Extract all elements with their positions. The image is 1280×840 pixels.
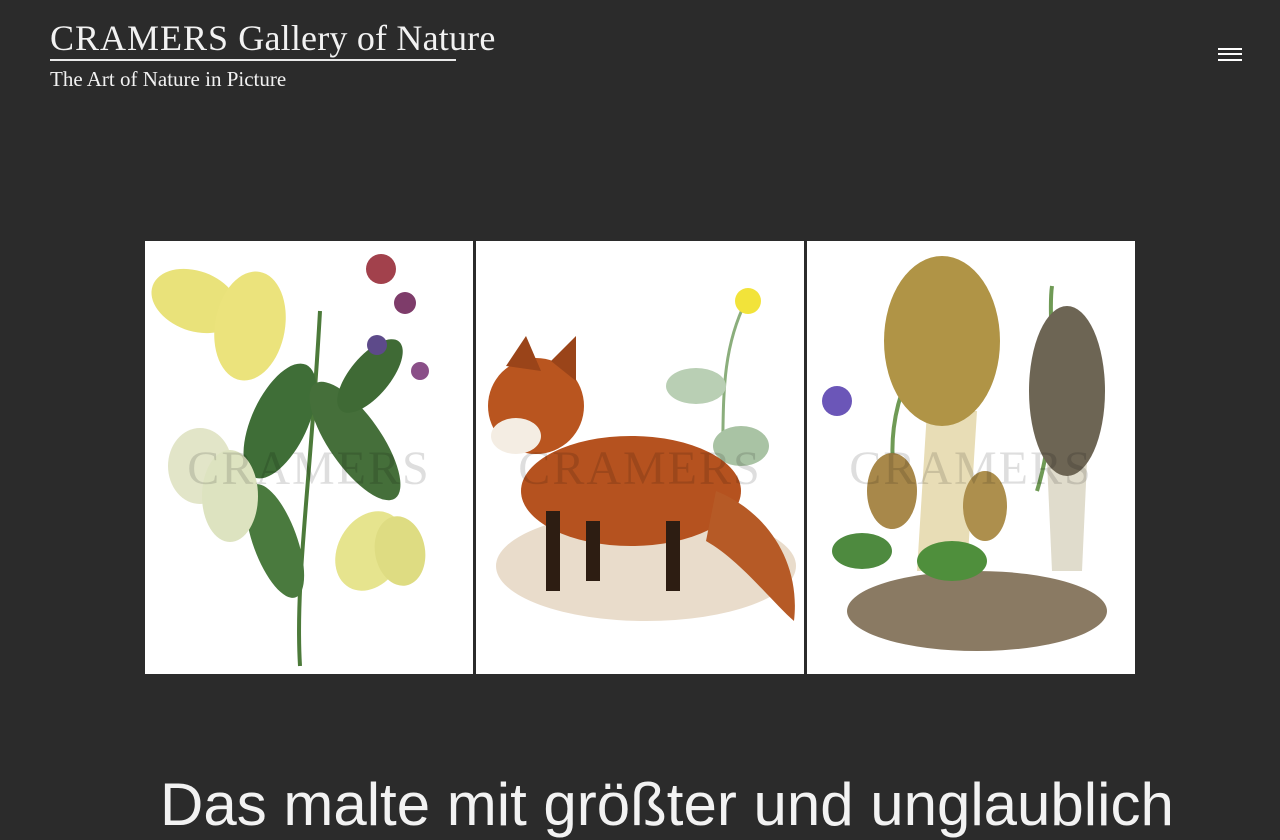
brand-tagline: The Art of Nature in Picture bbox=[50, 67, 287, 91]
section-headline: Das malte mit größter und unglaublich bbox=[160, 771, 1174, 838]
brand-name: CRAMERS bbox=[50, 18, 230, 58]
gallery-image-butterflies[interactable]: CRAMERS bbox=[145, 241, 473, 674]
brand-logo[interactable]: CRAMERS Gallery of Nature The Art of Nat… bbox=[50, 16, 496, 94]
fox-illustration bbox=[488, 288, 796, 621]
menu-line bbox=[1218, 58, 1242, 61]
menu-line bbox=[1218, 47, 1242, 50]
brand-title: CRAMERS Gallery of Nature bbox=[50, 16, 496, 60]
gallery-image-fox[interactable]: CRAMERS bbox=[476, 241, 804, 674]
morels-illustration bbox=[822, 256, 1107, 651]
brand-title-rest: Gallery of Nature bbox=[238, 18, 496, 58]
hamburger-menu-icon[interactable] bbox=[1218, 44, 1242, 66]
image-gallery: CRAMERS CRAMERS bbox=[145, 241, 1135, 674]
gallery-image-morels[interactable]: CRAMERS bbox=[807, 241, 1135, 674]
menu-line bbox=[1218, 53, 1242, 55]
butterflies-illustration bbox=[151, 254, 429, 667]
